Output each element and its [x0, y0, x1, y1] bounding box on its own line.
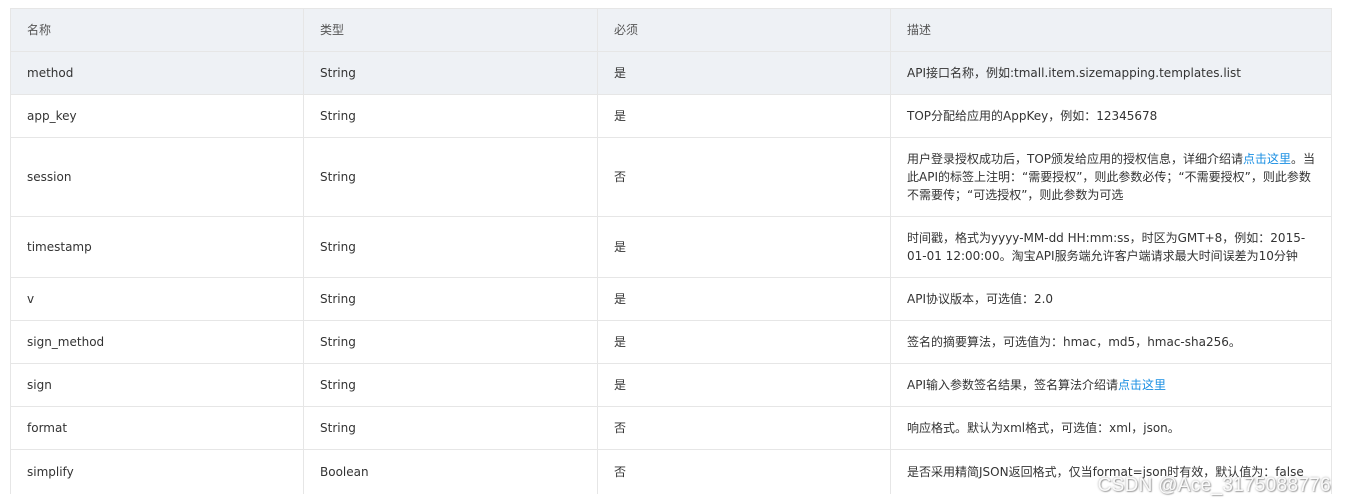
param-required: 否: [597, 449, 891, 494]
api-params-table: 名称 类型 必须 描述 method String 是 API接口名称，例如:t…: [10, 8, 1332, 494]
param-name: v: [10, 277, 304, 321]
click-here-link[interactable]: 点击这里: [1243, 152, 1291, 166]
table-row: session String 否 用户登录授权成功后，TOP颁发给应用的授权信息…: [10, 137, 1332, 217]
param-required: 是: [597, 363, 891, 407]
param-type: String: [303, 406, 598, 450]
param-type: String: [303, 277, 598, 321]
param-type: String: [303, 363, 598, 407]
param-type: String: [303, 320, 598, 364]
param-type: String: [303, 137, 598, 217]
header-type: 类型: [303, 8, 598, 52]
param-description: 响应格式。默认为xml格式，可选值：xml，json。: [890, 406, 1332, 450]
param-type: String: [303, 51, 598, 95]
param-name: format: [10, 406, 304, 450]
param-name: method: [10, 51, 304, 95]
param-required: 否: [597, 137, 891, 217]
table-header-row: 名称 类型 必须 描述: [10, 8, 1332, 52]
table-row: sign_method String 是 签名的摘要算法，可选值为：hmac，m…: [10, 320, 1332, 364]
table-row: sign String 是 API输入参数签名结果，签名算法介绍请点击这里: [10, 363, 1332, 407]
param-required: 是: [597, 51, 891, 95]
param-type: String: [303, 94, 598, 138]
param-description: 签名的摘要算法，可选值为：hmac，md5，hmac-sha256。: [890, 320, 1332, 364]
header-required: 必须: [597, 8, 891, 52]
param-name: sign_method: [10, 320, 304, 364]
param-type: Boolean: [303, 449, 598, 494]
table-row: timestamp String 是 时间戳，格式为yyyy-MM-dd HH:…: [10, 216, 1332, 278]
param-required: 是: [597, 94, 891, 138]
param-description: API协议版本，可选值：2.0: [890, 277, 1332, 321]
param-name: sign: [10, 363, 304, 407]
table-row: v String 是 API协议版本，可选值：2.0: [10, 277, 1332, 321]
click-here-link[interactable]: 点击这里: [1118, 378, 1166, 392]
param-description: 时间戳，格式为yyyy-MM-dd HH:mm:ss，时区为GMT+8，例如：2…: [890, 216, 1332, 278]
param-description: TOP分配给应用的AppKey，例如：12345678: [890, 94, 1332, 138]
param-name: app_key: [10, 94, 304, 138]
header-description: 描述: [890, 8, 1332, 52]
description-text: 用户登录授权成功后，TOP颁发给应用的授权信息，详细介绍请: [907, 152, 1244, 166]
param-required: 是: [597, 216, 891, 278]
param-description: API输入参数签名结果，签名算法介绍请点击这里: [890, 363, 1332, 407]
table-row: method String 是 API接口名称，例如:tmall.item.si…: [10, 51, 1332, 95]
param-required: 否: [597, 406, 891, 450]
table-row: app_key String 是 TOP分配给应用的AppKey，例如：1234…: [10, 94, 1332, 138]
param-required: 是: [597, 320, 891, 364]
header-name: 名称: [10, 8, 304, 52]
param-required: 是: [597, 277, 891, 321]
param-description: 用户登录授权成功后，TOP颁发给应用的授权信息，详细介绍请点击这里。当此API的…: [890, 137, 1332, 217]
param-name: timestamp: [10, 216, 304, 278]
param-name: simplify: [10, 449, 304, 494]
param-name: session: [10, 137, 304, 217]
table-row: format String 否 响应格式。默认为xml格式，可选值：xml，js…: [10, 406, 1332, 450]
description-text: API输入参数签名结果，签名算法介绍请: [907, 378, 1118, 392]
param-description: API接口名称，例如:tmall.item.sizemapping.templa…: [890, 51, 1332, 95]
param-type: String: [303, 216, 598, 278]
csdn-watermark: CSDN @Ace_3175088776: [1097, 475, 1331, 496]
